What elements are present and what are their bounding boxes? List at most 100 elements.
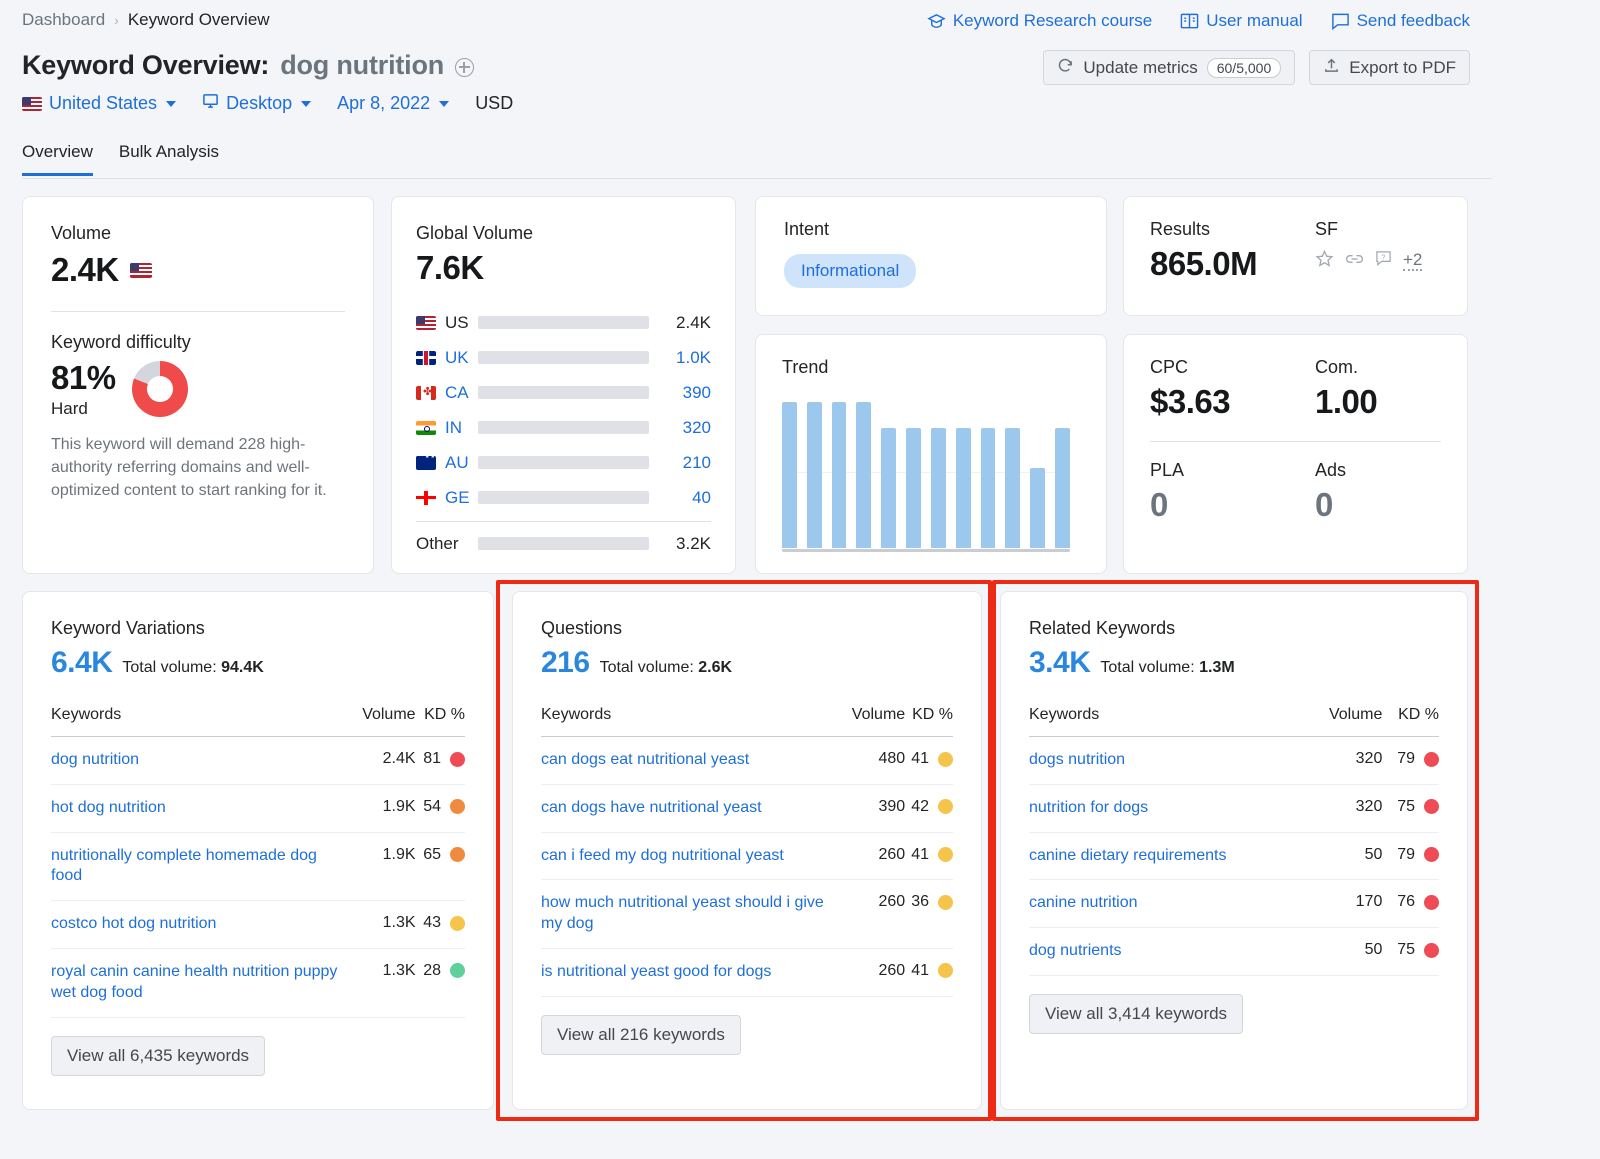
table-row[interactable]: canine nutrition 170 76 — [1029, 880, 1439, 928]
divider — [51, 311, 345, 312]
global-volume-row[interactable]: AU 210 — [416, 445, 711, 480]
trend-bar — [931, 428, 946, 548]
graduation-cap-icon — [927, 12, 946, 31]
table-row[interactable]: nutritionally complete homemade dog food… — [51, 832, 465, 901]
link-icon[interactable] — [1345, 252, 1364, 271]
global-volume-row[interactable]: US 2.4K — [416, 305, 711, 340]
device-filter[interactable]: Desktop — [202, 93, 311, 114]
kd-dot-icon — [938, 963, 953, 978]
keyword-volume: 1.9K — [352, 832, 415, 901]
keyword-difficulty-description: This keyword will demand 228 high-author… — [51, 433, 345, 503]
keyword-link[interactable]: nutritionally complete homemade dog food — [51, 832, 352, 901]
country-volume: 1.0K — [649, 348, 711, 368]
trend-bar — [981, 428, 996, 548]
table-row[interactable]: can dogs eat nutritional yeast 480 41 — [541, 737, 953, 785]
competition-label: Com. — [1315, 357, 1377, 378]
table-row[interactable]: costco hot dog nutrition 1.3K 43 — [51, 901, 465, 949]
table-row[interactable]: dogs nutrition 320 79 — [1029, 737, 1439, 785]
currency-label: USD — [475, 93, 513, 114]
keyword-kd: 75 — [1382, 928, 1439, 976]
refresh-icon — [1057, 57, 1074, 79]
star-icon[interactable] — [1315, 249, 1334, 273]
question-bubble-icon[interactable]: ? — [1375, 250, 1392, 272]
keyword-link[interactable]: canine dietary requirements — [1029, 832, 1310, 880]
global-volume-other-row: Other 3.2K — [416, 526, 711, 561]
keyword-volume: 260 — [844, 948, 905, 996]
keyword-link[interactable]: costco hot dog nutrition — [51, 901, 352, 949]
table-row[interactable]: hot dog nutrition 1.9K 54 — [51, 784, 465, 832]
sf-more-count[interactable]: +2 — [1403, 251, 1422, 272]
keyword-link[interactable]: can dogs eat nutritional yeast — [541, 737, 844, 785]
keyword-research-course-link[interactable]: Keyword Research course — [927, 11, 1152, 31]
user-manual-link[interactable]: User manual — [1180, 11, 1302, 31]
table-row[interactable]: royal canin canine health nutrition pupp… — [51, 948, 465, 1017]
keyword-link[interactable]: dog nutrition — [51, 737, 352, 785]
au-flag-icon — [416, 456, 436, 470]
export-to-pdf-button[interactable]: Export to PDF — [1309, 50, 1470, 85]
keyword-link[interactable]: how much nutritional yeast should i give… — [541, 880, 844, 949]
keyword-link[interactable]: can i feed my dog nutritional yeast — [541, 832, 844, 880]
global-volume-row[interactable]: GE 40 — [416, 480, 711, 515]
pla-block: PLA 0 — [1150, 460, 1315, 524]
table-row[interactable]: can i feed my dog nutritional yeast 260 … — [541, 832, 953, 880]
date-filter-label: Apr 8, 2022 — [337, 93, 430, 114]
table-row[interactable]: how much nutritional yeast should i give… — [541, 880, 953, 949]
intent-badge[interactable]: Informational — [784, 254, 916, 288]
other-label: Other — [416, 534, 478, 554]
keyword-link[interactable]: royal canin canine health nutrition pupp… — [51, 948, 352, 1017]
keyword-link[interactable]: nutrition for dogs — [1029, 784, 1310, 832]
keyword-link[interactable]: dog nutrients — [1029, 928, 1310, 976]
keyword-kd: 41 — [905, 832, 953, 880]
filters-bar: United States Desktop Apr 8, 2022 USD — [22, 93, 513, 114]
view-all-questions-button[interactable]: View all 216 keywords — [541, 1015, 741, 1055]
keyword-variations-summary: 6.4K Total volume: 94.4K — [51, 646, 465, 680]
view-all-related-button[interactable]: View all 3,414 keywords — [1029, 994, 1243, 1034]
global-volume-row[interactable]: CA 390 — [416, 375, 711, 410]
country-filter[interactable]: United States — [22, 93, 176, 114]
breadcrumb-separator-icon: › — [114, 12, 119, 28]
tab-bulk-analysis[interactable]: Bulk Analysis — [119, 142, 219, 176]
breadcrumb-dashboard[interactable]: Dashboard — [22, 10, 105, 30]
send-feedback-link[interactable]: Send feedback — [1331, 11, 1470, 31]
keyword-volume: 50 — [1310, 928, 1382, 976]
related-keywords-count[interactable]: 3.4K — [1029, 646, 1090, 680]
chevron-down-icon — [301, 101, 311, 107]
kd-dot-icon — [1424, 799, 1439, 814]
table-row[interactable]: canine dietary requirements 50 79 — [1029, 832, 1439, 880]
table-row[interactable]: can dogs have nutritional yeast 390 42 — [541, 784, 953, 832]
keyword-link[interactable]: can dogs have nutritional yeast — [541, 784, 844, 832]
svg-text:?: ? — [1381, 252, 1385, 261]
keyword-link[interactable]: is nutritional yeast good for dogs — [541, 948, 844, 996]
us-flag-icon — [22, 97, 42, 111]
table-row[interactable]: dog nutrients 50 75 — [1029, 928, 1439, 976]
table-row[interactable]: nutrition for dogs 320 75 — [1029, 784, 1439, 832]
date-filter[interactable]: Apr 8, 2022 — [337, 93, 449, 114]
keyword-kd: 43 — [416, 901, 465, 949]
plus-circle-icon[interactable] — [455, 58, 474, 77]
trend-bar — [906, 428, 921, 548]
volume-bar-track — [478, 491, 649, 504]
global-volume-row[interactable]: UK 1.0K — [416, 340, 711, 375]
keyword-link[interactable]: dogs nutrition — [1029, 737, 1310, 785]
update-metrics-quota: 60/5,000 — [1207, 58, 1282, 78]
sf-label: SF — [1315, 219, 1422, 240]
keyword-variations-count[interactable]: 6.4K — [51, 646, 112, 680]
book-icon — [1180, 12, 1199, 30]
results-value: 865.0M — [1150, 245, 1315, 283]
update-metrics-button[interactable]: Update metrics 60/5,000 — [1043, 50, 1295, 85]
country-volume: 2.4K — [649, 313, 711, 333]
questions-count[interactable]: 216 — [541, 646, 590, 680]
keyword-kd: 28 — [416, 948, 465, 1017]
tab-overview[interactable]: Overview — [22, 142, 93, 176]
table-row[interactable]: is nutritional yeast good for dogs 260 4… — [541, 948, 953, 996]
total-volume-label: Total volume: — [600, 659, 694, 676]
table-row[interactable]: dog nutrition 2.4K 81 — [51, 737, 465, 785]
user-manual-label: User manual — [1206, 11, 1302, 31]
global-volume-row[interactable]: IN 320 — [416, 410, 711, 445]
keyword-link[interactable]: canine nutrition — [1029, 880, 1310, 928]
keyword-volume: 480 — [844, 737, 905, 785]
tabs-divider — [22, 178, 1492, 179]
keyword-link[interactable]: hot dog nutrition — [51, 784, 352, 832]
country-volume: 390 — [649, 383, 711, 403]
view-all-variations-button[interactable]: View all 6,435 keywords — [51, 1036, 265, 1076]
